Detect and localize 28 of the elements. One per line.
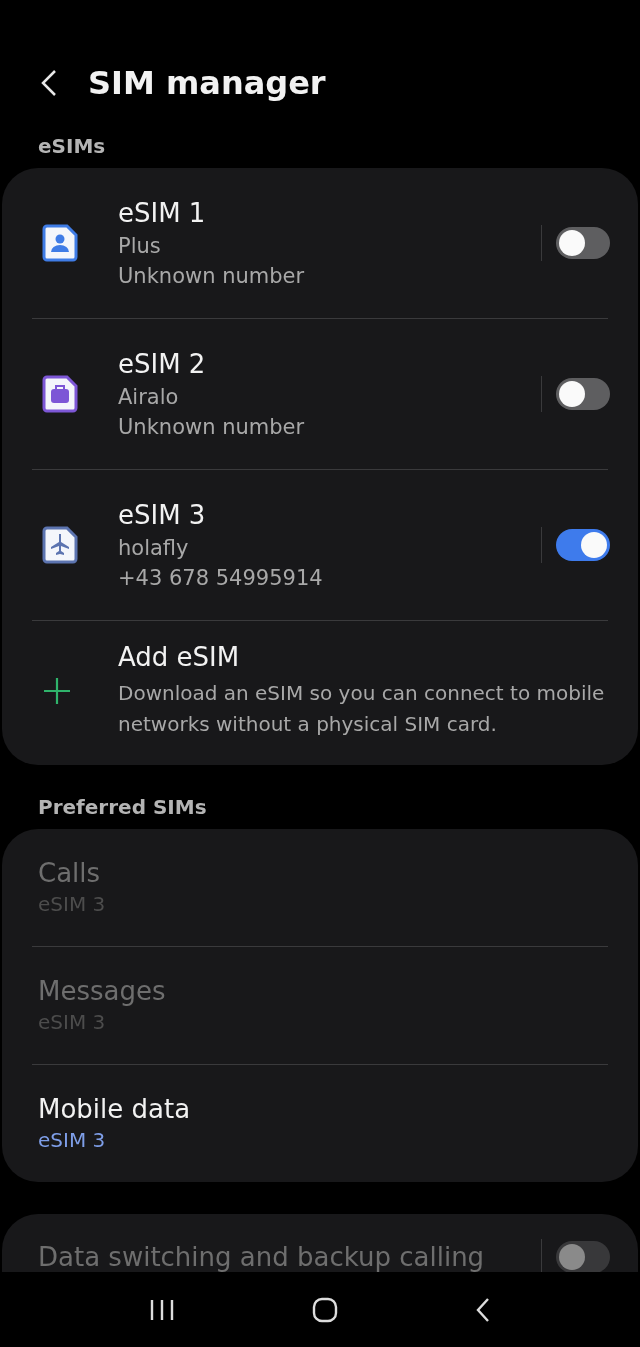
sim-name: eSIM 2 [118, 348, 207, 379]
setting-label: Data switching and backup calling [38, 1241, 486, 1272]
page-title: SIM manager [88, 63, 326, 102]
back-icon[interactable] [40, 67, 58, 98]
recent-apps-icon[interactable] [148, 1298, 175, 1321]
preference-item[interactable]: Mobile data eSIM 3 [32, 1064, 608, 1182]
preference-value: eSIM 3 [38, 1128, 106, 1153]
sim-name: eSIM 1 [118, 197, 207, 228]
section-heading: Preferred SIMs [37, 793, 208, 821]
preference-label: Calls [38, 858, 101, 889]
plus-icon[interactable] [42, 675, 72, 706]
carrier-name: Airalo [118, 384, 180, 409]
sim-name: eSIM 3 [118, 499, 207, 530]
section-heading: eSIMs [37, 132, 107, 160]
phone-number: Unknown number [118, 414, 306, 439]
toggle-switch[interactable] [556, 226, 610, 259]
carrier-name: Plus [118, 233, 162, 258]
toggle-switch[interactable] [556, 528, 610, 561]
preference-label: Mobile data [38, 1094, 191, 1125]
add-esim-description: Download an eSIM so you can connect to mobile networks without a physical SIM card. [118, 679, 606, 738]
preference-label: Messages [38, 976, 166, 1007]
home-icon[interactable] [312, 1296, 338, 1323]
phone-number: +43 678 54995914 [118, 565, 324, 590]
carrier-name: holafly [118, 535, 190, 560]
add-esim-title[interactable]: Add eSIM [118, 641, 608, 672]
toggle-switch[interactable] [556, 377, 610, 410]
phone-number: Unknown number [118, 263, 306, 288]
back-icon[interactable] [475, 1296, 492, 1323]
